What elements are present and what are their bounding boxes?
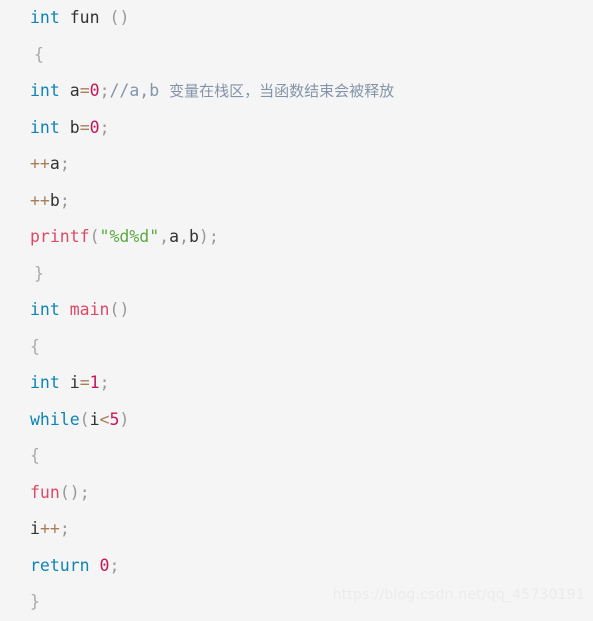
code-token-punct: ; — [109, 555, 120, 575]
code-line: int i=1; — [0, 365, 593, 402]
code-token-operator: ++ — [39, 519, 60, 538]
code-token-comment: //a,b — [109, 81, 170, 100]
code-token-ident: i — [30, 519, 40, 538]
code-line: } — [0, 584, 593, 621]
code-line: fun(); — [0, 475, 593, 512]
code-token-punct: ) — [198, 227, 209, 246]
code-line: return 0; — [0, 548, 593, 585]
code-token-punct: ; — [99, 117, 110, 137]
code-token-operator: < — [99, 409, 110, 429]
code-token-keyword: int — [30, 373, 60, 392]
code-token-ident: a — [69, 81, 80, 100]
code-block[interactable]: int fun (){int a=0;//a,b 变量在栈区，当函数结束会被释放… — [0, 0, 593, 619]
code-token-func: printf — [30, 227, 90, 246]
code-token-ident: i — [69, 373, 80, 392]
code-token-punct: ) — [119, 409, 130, 429]
code-line: { — [0, 329, 593, 366]
code-token-brace: { — [30, 446, 40, 465]
code-line: while(i<5) — [0, 402, 593, 439]
code-token-brace: } — [34, 263, 44, 283]
code-token-brace: { — [34, 44, 44, 64]
code-token-operator: = — [79, 81, 90, 100]
code-line: { — [0, 438, 593, 475]
code-token-keyword: while — [30, 409, 80, 429]
code-token-ident: b — [69, 117, 80, 137]
code-token-punct: ; — [99, 373, 110, 392]
code-line: ++b; — [0, 183, 593, 220]
code-token-punct: ; — [59, 519, 70, 538]
code-token-punct: ; — [208, 227, 219, 246]
code-token-operator: ++ — [30, 190, 50, 210]
code-token-keyword: int — [30, 300, 60, 319]
code-token-ident: b — [49, 190, 60, 210]
code-token-punct: ; — [59, 190, 70, 210]
code-token-keyword: int — [30, 81, 60, 100]
code-token-operator: = — [79, 117, 90, 137]
code-line: int main() — [0, 292, 593, 329]
code-token-number: 0 — [99, 555, 110, 575]
code-token-punct: ( — [109, 300, 120, 319]
code-token-func: fun — [30, 482, 60, 502]
code-token-string: "%d%d" — [99, 227, 160, 246]
code-token-number: 0 — [89, 117, 100, 137]
code-token-brace: { — [30, 336, 40, 356]
code-line: int b=0; — [0, 110, 593, 147]
code-token-ident: i — [89, 409, 100, 429]
code-token-comment-cjk: 变量在栈区，当函数结束会被释放 — [169, 82, 395, 100]
code-token-keyword: int — [30, 8, 60, 27]
code-line: ++a; — [0, 146, 593, 183]
code-token-punct: ) — [119, 8, 130, 27]
code-token-funcdef: fun — [69, 8, 100, 27]
code-token-punct: ( — [79, 409, 90, 429]
code-line: } — [0, 256, 593, 293]
code-token-ident: b — [188, 227, 199, 246]
code-token-punct: ; — [59, 154, 70, 173]
code-token-punct: , — [159, 227, 170, 246]
code-line: { — [0, 37, 593, 74]
code-token-func: main — [69, 300, 110, 319]
code-token-punct: ) — [69, 482, 80, 502]
code-token-punct: ( — [59, 482, 70, 502]
code-token-punct: ( — [89, 227, 100, 246]
code-token-punct: ) — [119, 300, 130, 319]
code-line: printf("%d%d",a,b); — [0, 219, 593, 256]
code-token-ident: a — [49, 154, 60, 173]
code-line: int fun () — [0, 0, 593, 37]
code-token-keyword: return — [30, 555, 90, 575]
code-token-number: 0 — [89, 81, 100, 100]
code-token-operator: = — [79, 373, 90, 392]
code-token-number: 5 — [109, 409, 120, 429]
code-line: i++; — [0, 511, 593, 548]
code-line: int a=0;//a,b 变量在栈区，当函数结束会被释放 — [0, 73, 593, 110]
code-token-brace: } — [30, 592, 40, 611]
code-token-keyword: int — [30, 117, 60, 137]
code-token-punct: ; — [99, 81, 110, 100]
code-token-operator: ++ — [30, 154, 50, 173]
code-token-punct: ; — [79, 482, 90, 502]
code-token-number: 1 — [89, 373, 100, 392]
code-token-ident: a — [169, 227, 180, 246]
code-token-punct: , — [179, 227, 189, 246]
code-token-punct: ( — [109, 8, 120, 27]
